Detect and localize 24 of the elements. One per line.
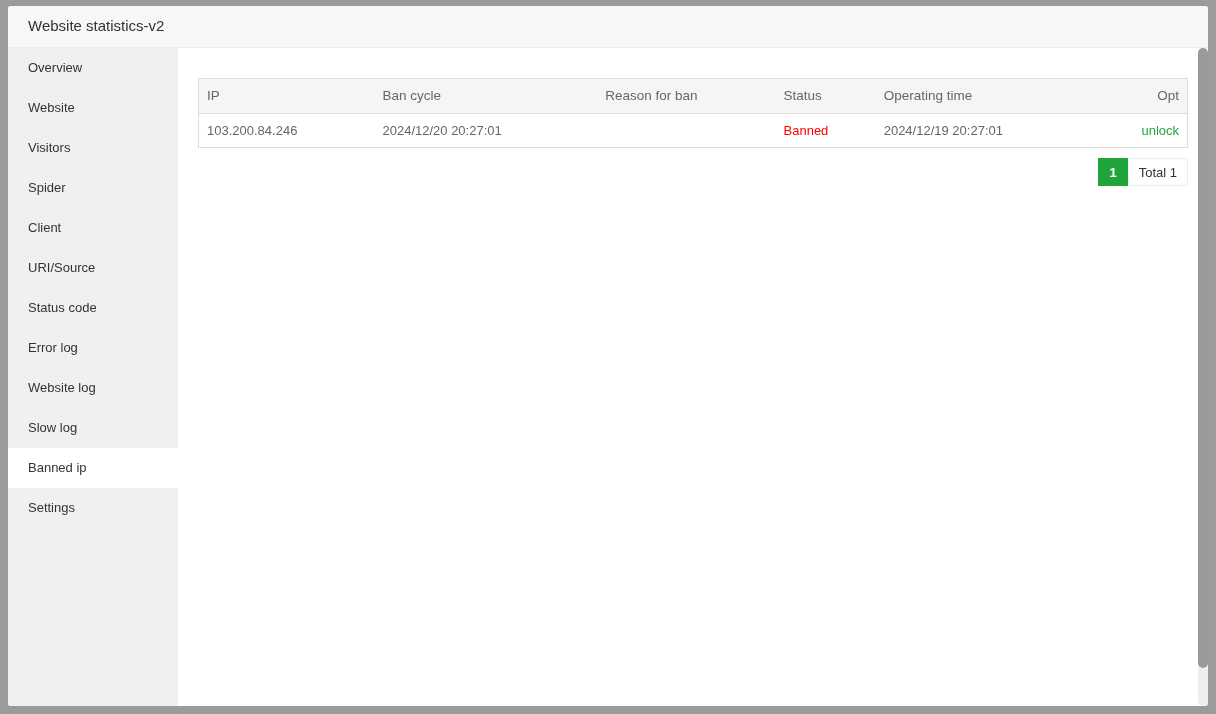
table-cell: 103.200.84.246 xyxy=(198,113,375,148)
total-count: Total 1 xyxy=(1127,158,1188,186)
sidebar-item[interactable]: Client xyxy=(8,208,178,248)
window-title: Website statistics-v2 xyxy=(8,6,1208,48)
sidebar-item[interactable]: URI/Source xyxy=(8,248,178,288)
column-header: Ban cycle xyxy=(374,78,598,114)
table-cell: 2024/12/20 20:27:01 xyxy=(374,113,598,148)
sidebar-item[interactable]: Settings xyxy=(8,488,178,528)
column-header: Status xyxy=(775,78,876,114)
sidebar-item[interactable]: Website log xyxy=(8,368,178,408)
sidebar-item[interactable]: Visitors xyxy=(8,128,178,168)
column-header: Operating time xyxy=(875,78,1099,114)
sidebar-item[interactable]: Error log xyxy=(8,328,178,368)
sidebar-item[interactable]: Banned ip xyxy=(8,448,178,488)
column-header: Reason for ban xyxy=(597,78,776,114)
status-text: Banned xyxy=(775,113,876,148)
sidebar-item[interactable]: Status code xyxy=(8,288,178,328)
sidebar-item[interactable]: Spider xyxy=(8,168,178,208)
sidebar-item[interactable]: Slow log xyxy=(8,408,178,448)
table-cell: 2024/12/19 20:27:01 xyxy=(875,113,1099,148)
column-header: Opt xyxy=(1098,78,1188,114)
sidebar-item[interactable]: Website xyxy=(8,88,178,128)
column-header: IP xyxy=(198,78,375,114)
sidebar-item[interactable]: Overview xyxy=(8,48,178,88)
